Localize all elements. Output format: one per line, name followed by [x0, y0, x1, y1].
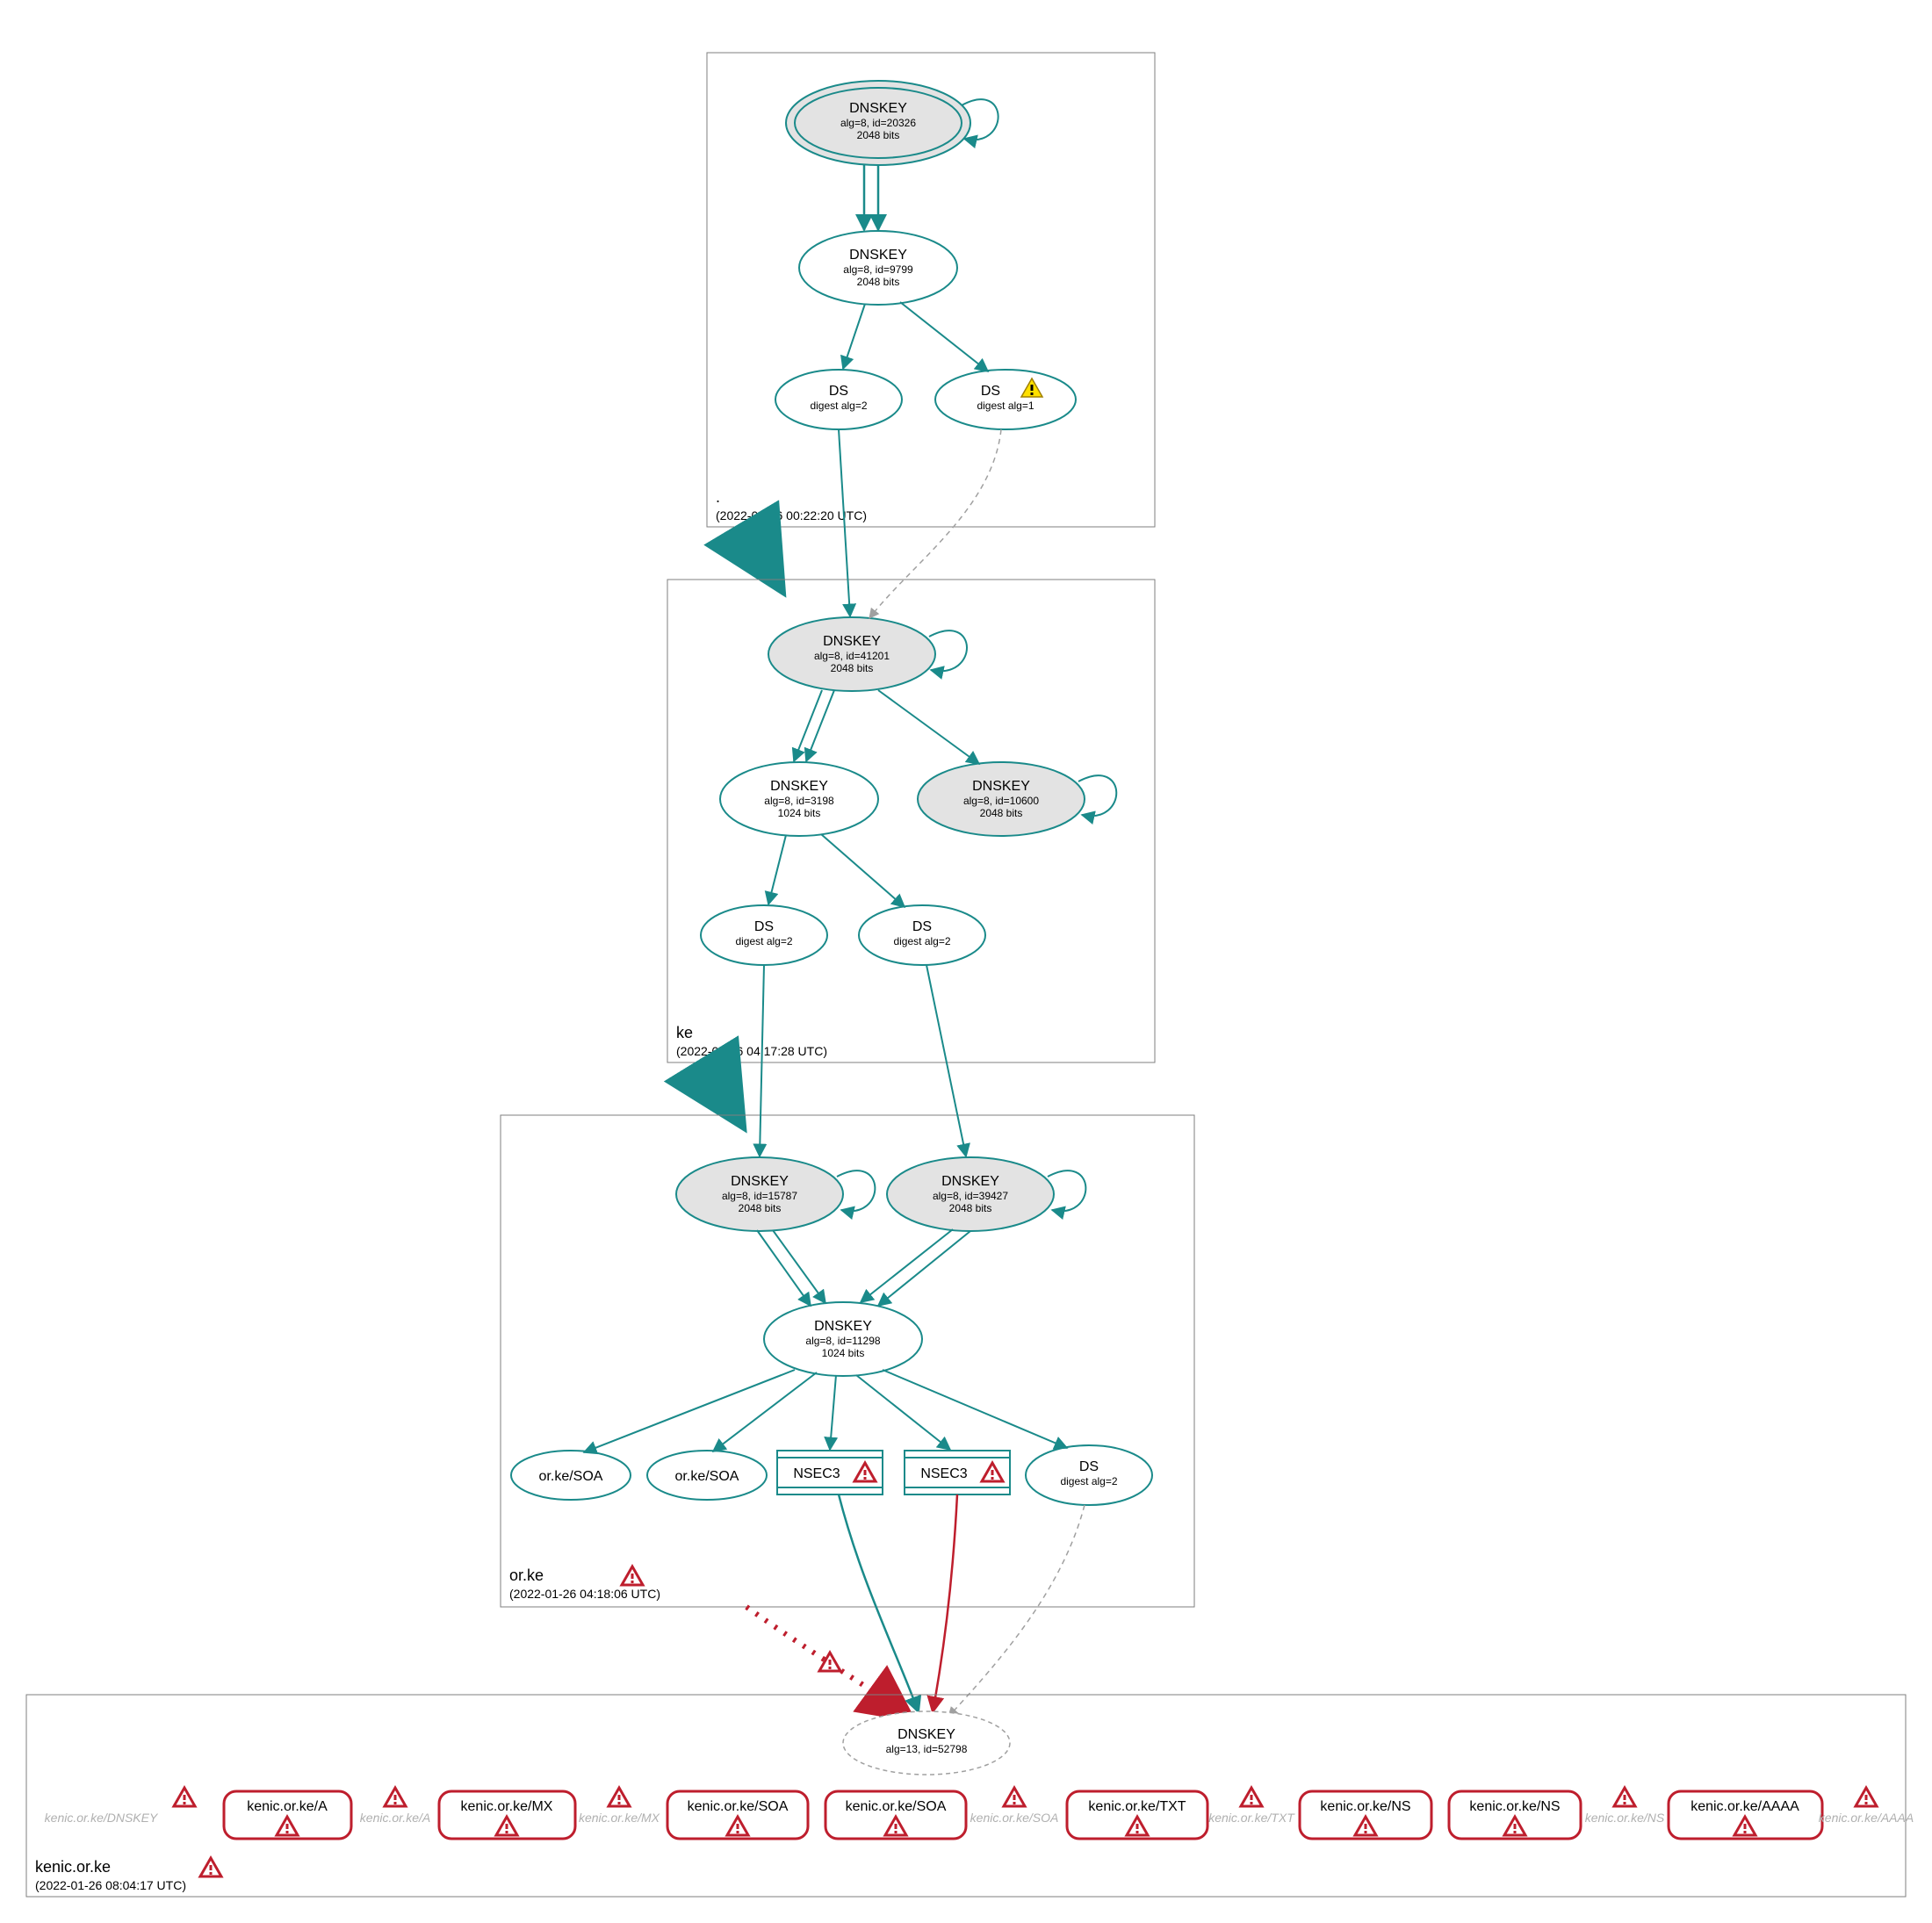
zone-orke-name: or.ke — [509, 1566, 544, 1584]
svg-text:digest alg=2: digest alg=2 — [893, 935, 950, 947]
svg-text:kenic.or.ke/TXT: kenic.or.ke/TXT — [1088, 1799, 1186, 1814]
svg-text:alg=8, id=15787: alg=8, id=15787 — [722, 1190, 797, 1202]
root-ksk[interactable]: DNSKEY alg=8, id=20326 2048 bits — [786, 81, 970, 165]
orke-nsec2[interactable]: NSEC3 — [905, 1451, 1010, 1494]
orke-nsec1[interactable]: NSEC3 — [777, 1451, 883, 1494]
error-icon — [385, 1788, 406, 1806]
ke-zsk[interactable]: DNSKEY alg=8, id=3198 1024 bits — [720, 762, 878, 836]
orke-zsk[interactable]: DNSKEY alg=8, id=11298 1024 bits — [764, 1302, 922, 1376]
svg-text:alg=13, id=52798: alg=13, id=52798 — [886, 1743, 968, 1755]
error-icon — [622, 1566, 643, 1585]
zone-ke-time: (2022-01-26 04:17:28 UTC) — [676, 1044, 827, 1058]
error-icon — [609, 1788, 630, 1806]
ke-ksk[interactable]: DNSKEY alg=8, id=41201 2048 bits — [768, 617, 935, 691]
ke-dnskey-old[interactable]: DNSKEY alg=8, id=10600 2048 bits — [918, 762, 1085, 836]
svg-text:kenic.or.ke/NS: kenic.or.ke/NS — [1320, 1799, 1410, 1814]
error-icon — [174, 1788, 195, 1806]
svg-text:NSEC3: NSEC3 — [920, 1466, 967, 1481]
error-icon — [1004, 1788, 1025, 1806]
orke-ds[interactable]: DS digest alg=2 — [1026, 1445, 1152, 1505]
rr-txt[interactable]: kenic.or.ke/TXT — [1067, 1791, 1208, 1839]
svg-text:digest alg=2: digest alg=2 — [735, 935, 792, 947]
svg-text:kenic.or.ke/AAAA: kenic.or.ke/AAAA — [1690, 1799, 1799, 1814]
svg-text:DS: DS — [912, 919, 932, 934]
ke-ds2[interactable]: DS digest alg=2 — [859, 905, 985, 965]
error-icon — [1241, 1788, 1262, 1806]
ghost-ns: kenic.or.ke/NS — [1585, 1811, 1665, 1825]
svg-text:DNSKEY: DNSKEY — [770, 779, 828, 794]
ghost-soa: kenic.or.ke/SOA — [970, 1811, 1059, 1825]
svg-text:alg=8, id=9799: alg=8, id=9799 — [843, 263, 913, 276]
error-icon — [200, 1858, 221, 1876]
svg-text:DNSKEY: DNSKEY — [849, 248, 907, 263]
svg-text:2048 bits: 2048 bits — [831, 662, 874, 674]
svg-text:kenic.or.ke/SOA: kenic.or.ke/SOA — [846, 1799, 947, 1814]
error-icon — [819, 1653, 840, 1671]
root-zsk[interactable]: DNSKEY alg=8, id=9799 2048 bits — [799, 231, 957, 305]
svg-text:alg=8, id=3198: alg=8, id=3198 — [764, 795, 834, 807]
svg-text:alg=8, id=41201: alg=8, id=41201 — [814, 650, 890, 662]
svg-text:DNSKEY: DNSKEY — [814, 1319, 872, 1334]
orke-ksk2[interactable]: DNSKEY alg=8, id=39427 2048 bits — [887, 1157, 1054, 1231]
error-icon — [1614, 1788, 1635, 1806]
orke-ksk1[interactable]: DNSKEY alg=8, id=15787 2048 bits — [676, 1157, 843, 1231]
svg-text:1024 bits: 1024 bits — [822, 1347, 865, 1359]
svg-text:DNSKEY: DNSKEY — [731, 1174, 789, 1189]
orke-soa1[interactable]: or.ke/SOA — [511, 1451, 631, 1500]
svg-text:DNSKEY: DNSKEY — [898, 1727, 955, 1742]
svg-text:alg=8, id=11298: alg=8, id=11298 — [805, 1335, 881, 1347]
ghost-txt: kenic.or.ke/TXT — [1208, 1811, 1295, 1825]
svg-text:DS: DS — [1079, 1459, 1099, 1474]
svg-text:DS: DS — [981, 384, 1000, 399]
svg-text:digest alg=2: digest alg=2 — [1060, 1475, 1117, 1487]
svg-text:kenic.or.ke/SOA: kenic.or.ke/SOA — [688, 1799, 789, 1814]
rr-soa1[interactable]: kenic.or.ke/SOA — [667, 1791, 808, 1839]
root-ds1[interactable]: DS digest alg=2 — [775, 370, 902, 429]
svg-text:DNSKEY: DNSKEY — [849, 101, 907, 116]
orke-soa2[interactable]: or.ke/SOA — [647, 1451, 767, 1500]
error-icon — [1856, 1788, 1877, 1806]
ghost-dnskey: kenic.or.ke/DNSKEY — [45, 1811, 159, 1825]
zone-orke-time: (2022-01-26 04:18:06 UTC) — [509, 1587, 660, 1601]
svg-text:kenic.or.ke/A: kenic.or.ke/A — [247, 1799, 328, 1814]
svg-text:DS: DS — [829, 384, 848, 399]
svg-text:NSEC3: NSEC3 — [793, 1466, 840, 1481]
zone-root-name: . — [716, 488, 720, 506]
svg-text:DS: DS — [754, 919, 774, 934]
svg-text:digest alg=1: digest alg=1 — [977, 400, 1034, 412]
rr-ns1[interactable]: kenic.or.ke/NS — [1300, 1791, 1431, 1839]
svg-text:or.ke/SOA: or.ke/SOA — [539, 1469, 603, 1484]
svg-text:kenic.or.ke/MX: kenic.or.ke/MX — [461, 1799, 553, 1814]
svg-text:1024 bits: 1024 bits — [778, 807, 821, 819]
zone-kenic-name: kenic.or.ke — [35, 1858, 111, 1876]
svg-text:2048 bits: 2048 bits — [980, 807, 1023, 819]
root-ds2[interactable]: DS digest alg=1 — [935, 370, 1076, 429]
rr-ns2[interactable]: kenic.or.ke/NS — [1449, 1791, 1581, 1839]
svg-text:2048 bits: 2048 bits — [949, 1202, 992, 1214]
svg-text:digest alg=2: digest alg=2 — [810, 400, 867, 412]
ghost-mx: kenic.or.ke/MX — [579, 1811, 660, 1825]
rr-soa2[interactable]: kenic.or.ke/SOA — [825, 1791, 966, 1839]
svg-text:2048 bits: 2048 bits — [857, 129, 900, 141]
svg-text:2048 bits: 2048 bits — [857, 276, 900, 288]
zone-kenic-time: (2022-01-26 08:04:17 UTC) — [35, 1878, 186, 1892]
rr-aaaa[interactable]: kenic.or.ke/AAAA — [1669, 1791, 1822, 1839]
svg-text:DNSKEY: DNSKEY — [941, 1174, 999, 1189]
dnssec-diagram: . (2022-01-26 00:22:20 UTC) DNSKEY alg=8… — [0, 0, 1932, 1923]
zone-ke-name: ke — [676, 1024, 693, 1041]
svg-text:DNSKEY: DNSKEY — [823, 634, 881, 649]
rr-a[interactable]: kenic.or.ke/A — [224, 1791, 351, 1839]
svg-text:or.ke/SOA: or.ke/SOA — [675, 1469, 739, 1484]
svg-text:kenic.or.ke/NS: kenic.or.ke/NS — [1469, 1799, 1560, 1814]
svg-text:alg=8, id=10600: alg=8, id=10600 — [963, 795, 1039, 807]
svg-text:alg=8, id=20326: alg=8, id=20326 — [840, 117, 916, 129]
svg-text:alg=8, id=39427: alg=8, id=39427 — [933, 1190, 1008, 1202]
ghost-a: kenic.or.ke/A — [360, 1811, 430, 1825]
kenic-dnskey[interactable]: DNSKEY alg=13, id=52798 — [843, 1711, 1010, 1775]
ghost-aaaa: kenic.or.ke/AAAA — [1819, 1811, 1914, 1825]
ke-ds1[interactable]: DS digest alg=2 — [701, 905, 827, 965]
svg-text:2048 bits: 2048 bits — [739, 1202, 782, 1214]
rr-mx[interactable]: kenic.or.ke/MX — [439, 1791, 575, 1839]
svg-text:DNSKEY: DNSKEY — [972, 779, 1030, 794]
